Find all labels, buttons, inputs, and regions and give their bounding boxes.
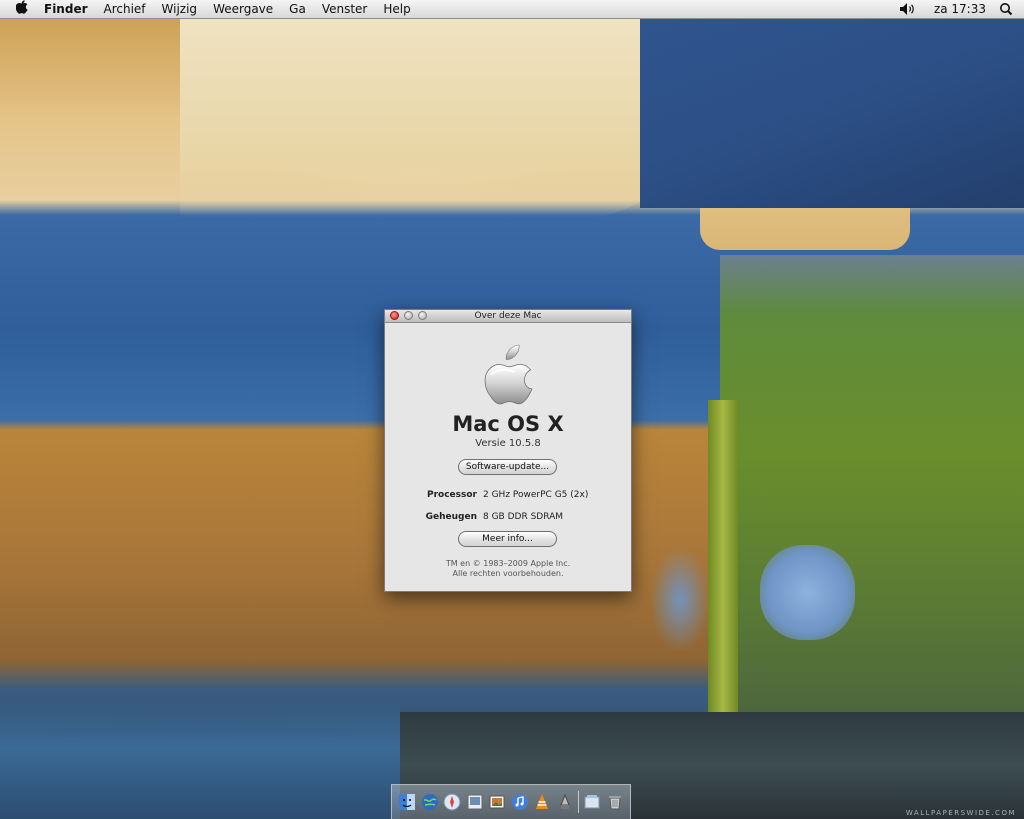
menu-archief[interactable]: Archief <box>96 0 154 18</box>
menu-help[interactable]: Help <box>375 0 418 18</box>
search-icon[interactable] <box>996 2 1018 16</box>
menu-weergave[interactable]: Weergave <box>205 0 281 18</box>
dock-separator <box>578 791 580 813</box>
itunes-icon[interactable] <box>510 793 529 812</box>
memory-value: 8 GB DDR SDRAM <box>483 512 564 522</box>
ink-icon[interactable] <box>555 793 574 812</box>
photos-icon[interactable] <box>488 793 507 812</box>
os-version: Versie 10.5.8 <box>475 438 541 449</box>
wallpaper-region-cream <box>180 18 700 218</box>
zoom-button[interactable] <box>418 311 427 320</box>
speaker-icon[interactable] <box>898 2 918 16</box>
safari-icon[interactable] <box>443 793 462 812</box>
apple-logo-icon <box>484 344 533 405</box>
wallpaper-region-moss <box>720 255 1024 755</box>
menu-clock[interactable]: za 17:33 <box>924 2 996 16</box>
menu-bar: Finder Archief Wijzig Weergave Ga Venste… <box>0 0 1024 19</box>
wallpaper-region-blue-patch <box>760 545 855 640</box>
minimize-button[interactable] <box>404 311 413 320</box>
processor-value: 2 GHz PowerPC G5 (2x) <box>483 490 589 500</box>
preview-icon[interactable] <box>465 793 484 812</box>
menu-extras: za 17:33 <box>898 0 1024 18</box>
wallpaper-region-blue-top <box>640 18 1024 208</box>
network-icon[interactable] <box>420 793 439 812</box>
copyright-line-2: Alle rechten voorbehouden. <box>452 569 564 578</box>
dock <box>391 784 631 819</box>
os-name: Mac OS X <box>452 412 564 436</box>
menu-wijzig[interactable]: Wijzig <box>154 0 206 18</box>
wallpaper-region-blue-bottom <box>0 700 400 819</box>
close-button[interactable] <box>390 311 399 320</box>
vlc-icon[interactable] <box>533 793 552 812</box>
wallpaper-watermark: WALLPAPERSWIDE.COM <box>905 809 1016 817</box>
wallpaper-region-green-strip <box>708 400 738 760</box>
memory-label: Geheugen <box>425 512 477 522</box>
copyright-line-1: TM en © 1983–2009 Apple Inc. <box>445 559 571 568</box>
processor-label: Processor <box>427 490 477 500</box>
more-info-button[interactable]: Meer info... <box>458 531 557 547</box>
documents-icon[interactable] <box>583 793 602 812</box>
copyright-text: TM en © 1983–2009 Apple Inc. Alle rechte… <box>385 559 631 579</box>
apple-menu-icon[interactable] <box>0 0 44 19</box>
finder-icon[interactable] <box>398 793 417 812</box>
apple-icon <box>15 0 29 14</box>
menu-finder[interactable]: Finder <box>44 0 96 18</box>
menu-ga[interactable]: Ga <box>281 0 314 18</box>
trash-icon[interactable] <box>605 793 624 812</box>
menu-venster[interactable]: Venster <box>314 0 376 18</box>
window-titlebar[interactable]: Over deze Mac <box>385 310 631 323</box>
about-this-mac-window: Over deze Mac Mac OS X Versie 10.5.8 Sof… <box>384 309 632 592</box>
software-update-button[interactable]: Software-update... <box>458 459 557 475</box>
window-title: Over deze Mac <box>474 311 542 321</box>
